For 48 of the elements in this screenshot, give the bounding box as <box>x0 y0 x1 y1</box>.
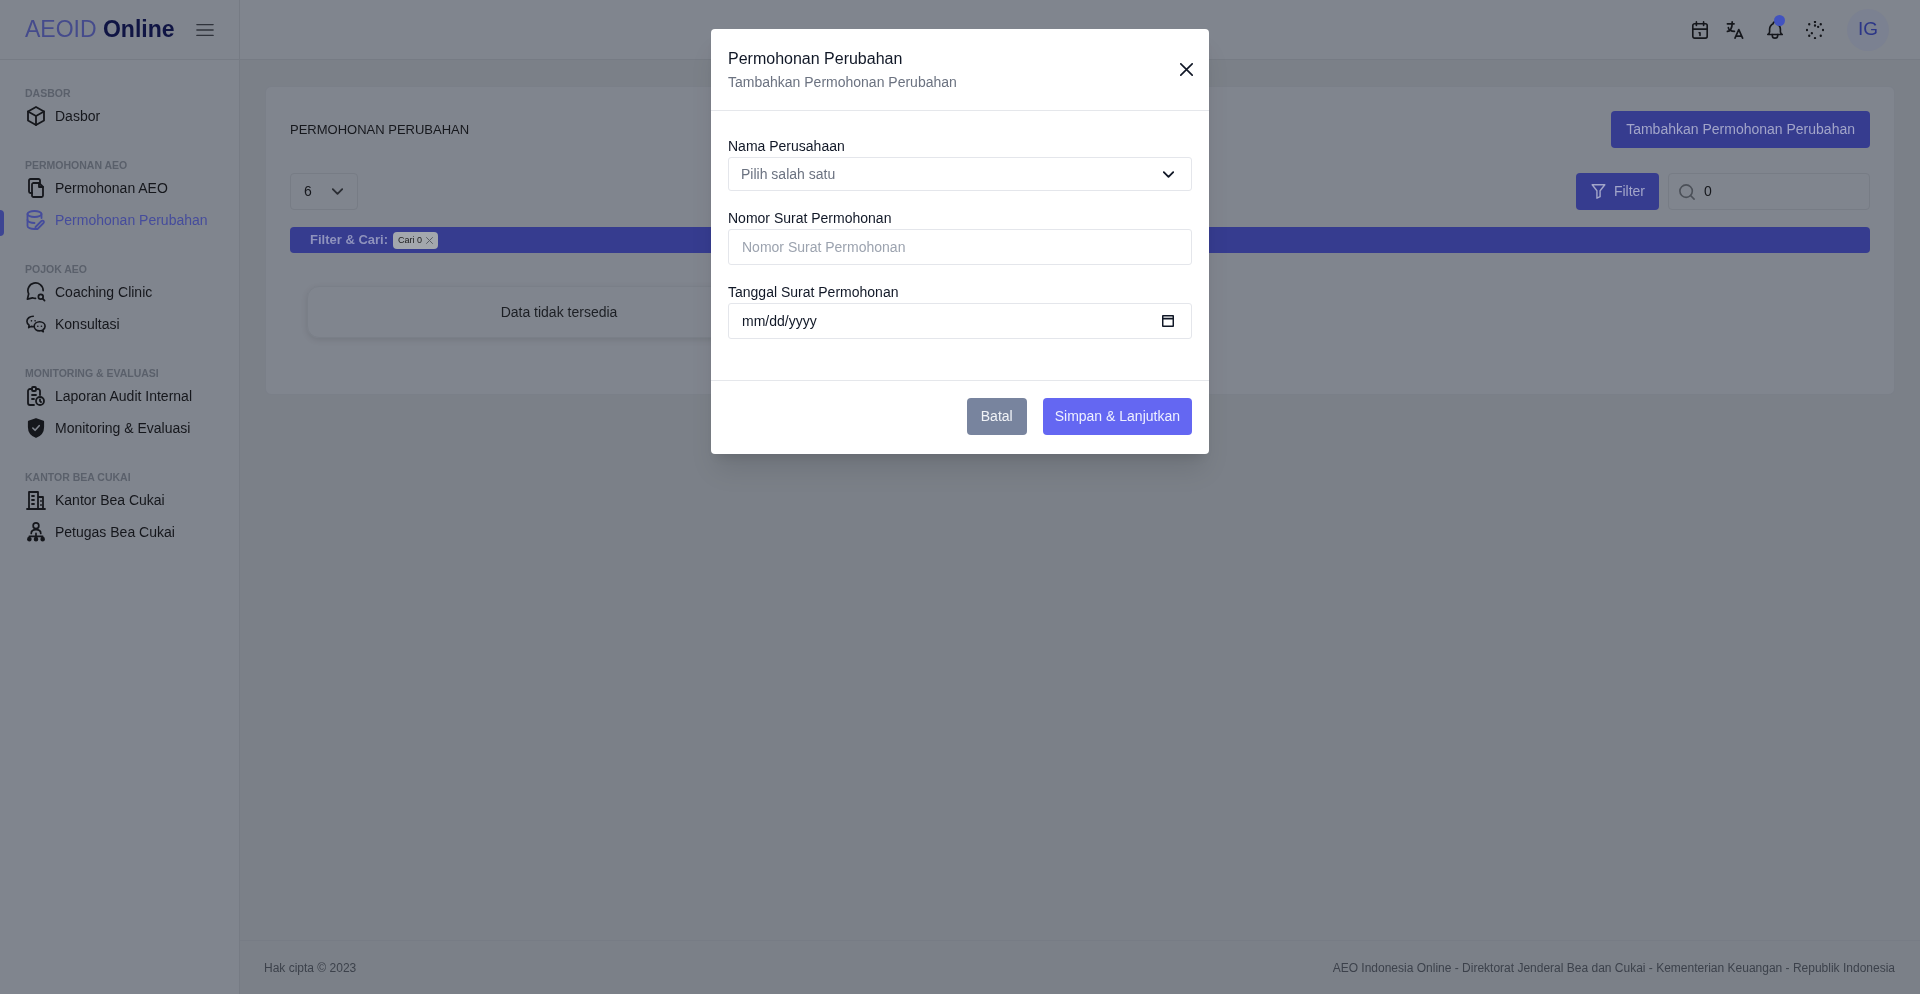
search-field[interactable]: 0 <box>1668 173 1870 210</box>
sidebar-link[interactable]: Petugas Bea Cukai <box>26 522 175 542</box>
filter-label: Filter & Cari: <box>310 231 388 250</box>
active-indicator <box>0 210 4 236</box>
chevron-down-icon <box>332 188 343 195</box>
user-avatar[interactable]: IG <box>1847 8 1889 51</box>
company-select[interactable]: Pilih salah satu <box>728 157 1192 191</box>
clipboard-clock-icon <box>26 386 46 406</box>
chat-search-icon <box>26 282 46 302</box>
chat-bubbles-icon <box>26 314 46 334</box>
app-logo[interactable]: AEOID Online <box>25 18 175 41</box>
shield-check-icon <box>26 418 46 438</box>
filter-button[interactable]: Filter <box>1575 173 1659 210</box>
date-field[interactable]: mm/dd/yyyy <box>728 303 1192 339</box>
footer-credits: AEO Indonesia Online - Direktorat Jenderal Bea dan Cukai - Kementerian Keuangan - Republik Indonesia <box>1332 959 1895 977</box>
translate-icon[interactable] <box>1726 20 1744 39</box>
close-icon[interactable] <box>1180 63 1193 76</box>
bell-icon[interactable] <box>1766 20 1784 39</box>
sidebar-link[interactable]: Konsultasi <box>26 314 120 334</box>
menu-icon[interactable] <box>196 22 214 37</box>
building-icon <box>26 490 46 510</box>
sidebar-link[interactable]: Laporan Audit Internal <box>26 386 192 406</box>
documents-icon <box>26 178 46 198</box>
copyright-text: Hak cipta © 2023 <box>264 959 357 977</box>
page-size-select[interactable]: 6 <box>290 173 358 210</box>
page-title: PERMOHONAN PERUBAHAN <box>290 120 470 139</box>
spinner-icon[interactable] <box>1806 20 1824 39</box>
sidebar-link[interactable]: Dasbor <box>26 106 101 126</box>
database-pencil-icon <box>26 210 46 230</box>
org-chart-icon <box>26 522 46 542</box>
modal-title: Permohonan Perubahan <box>728 49 903 69</box>
field-label: Nomor Surat Permohonan <box>728 209 892 228</box>
chip-label: Cari 0 <box>398 235 423 245</box>
filter-icon <box>1590 184 1606 199</box>
sidebar-link[interactable]: Coaching Clinic <box>26 282 153 302</box>
sidebar-link[interactable]: Permohonan AEO <box>26 178 168 198</box>
calendar-icon[interactable] <box>1162 315 1174 327</box>
modal-subtitle: Tambahkan Permohonan Perubahan <box>728 73 957 92</box>
cube-icon <box>26 106 46 126</box>
sidebar-link[interactable]: Monitoring & Evaluasi <box>26 418 191 438</box>
add-button[interactable]: Tambahkan Permohonan Perubahan <box>1611 111 1870 148</box>
save-button[interactable]: Simpan & Lanjutkan <box>1042 398 1192 435</box>
cancel-button[interactable]: Batal <box>966 398 1027 435</box>
search-icon <box>1679 183 1695 200</box>
text-field[interactable]: Nomor Surat Permohonan <box>728 229 1192 265</box>
chevron-down-icon <box>1163 170 1174 178</box>
field-label: Nama Perusahaan <box>728 137 845 156</box>
sidebar-link[interactable]: Kantor Bea Cukai <box>26 490 165 510</box>
